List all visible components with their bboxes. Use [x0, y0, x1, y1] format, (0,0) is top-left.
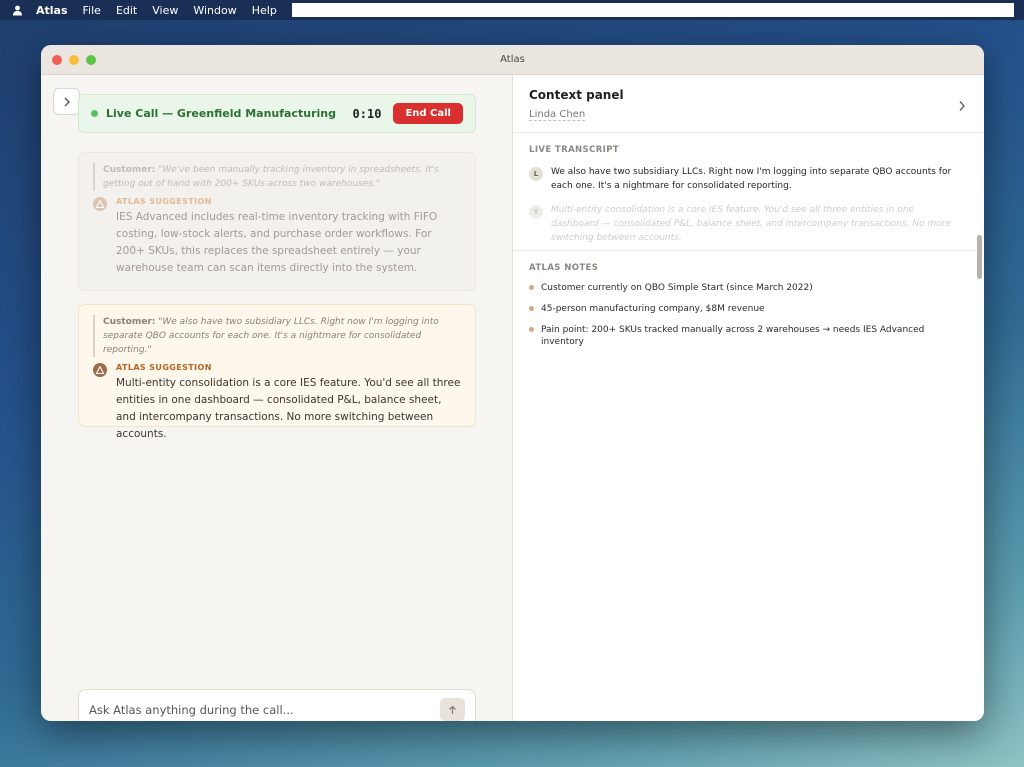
transcript-label: LIVE TRANSCRIPT [529, 145, 620, 155]
atlas-logo-icon [93, 363, 107, 377]
note-item: 45-person manufacturing company, $8M rev… [529, 303, 964, 315]
bullet-dot [529, 285, 534, 290]
context-panel: Context panel Linda Chen LIVE TRANSCRIPT… [513, 75, 984, 721]
bullet-dot [529, 327, 534, 332]
call-timer: 0:10 [352, 106, 382, 121]
quote-speaker: Customer: [103, 165, 156, 175]
expand-context-button[interactable] [958, 97, 966, 116]
sidebar-toggle-button[interactable] [53, 88, 80, 115]
chevron-right-icon [64, 97, 70, 106]
send-button[interactable] [440, 698, 465, 721]
menu-file[interactable]: File [83, 4, 101, 17]
section-divider [513, 250, 984, 251]
live-call-bar: Live Call — Greenfield Manufacturing 0:1… [78, 94, 476, 133]
suggestion-card: Customer: "We also have two subsidiary L… [78, 304, 476, 440]
suggestion-label: ATLAS SUGGESTION [116, 197, 212, 206]
transcript-text: We also have two subsidiary LLCs. Right … [551, 167, 952, 191]
end-call-button[interactable]: End Call [393, 103, 463, 124]
transcript-text: Multi-entity consolidation is a core IES… [551, 205, 951, 243]
scrollbar-thumb[interactable] [977, 235, 982, 279]
transcript-line: L We also have two subsidiary LLCs. Righ… [529, 165, 964, 193]
note-item: Pain point: 200+ SKUs tracked manually a… [529, 324, 964, 348]
app-window: Atlas Live Call — Greenfield Manufacturi… [41, 45, 984, 721]
screen-share-icon[interactable] [292, 3, 306, 17]
atlas-logo-icon [93, 197, 107, 211]
ask-atlas-box [78, 689, 476, 721]
title-bar: Atlas [41, 45, 984, 75]
note-text: Customer currently on QBO Simple Start (… [541, 283, 813, 293]
transcript-line: Y Multi-entity consolidation is a core I… [529, 203, 964, 245]
atlas-suggestion: ATLAS SUGGESTION IES Advanced includes r… [93, 196, 461, 277]
customer-quote: Customer: "We also have two subsidiary L… [93, 315, 461, 357]
arrow-up-icon [449, 705, 456, 714]
contact-name-link[interactable]: Linda Chen [529, 109, 586, 121]
menu-window[interactable]: Window [193, 4, 236, 17]
note-item: Customer currently on QBO Simple Start (… [529, 282, 964, 294]
speaker-avatar: L [529, 167, 543, 181]
context-title: Context panel [529, 88, 624, 102]
live-status-dot [91, 110, 98, 117]
atlas-notes: ATLAS NOTES Customer currently on QBO Si… [529, 263, 964, 348]
note-text: 45-person manufacturing company, $8M rev… [541, 304, 765, 314]
close-window-button[interactable] [52, 55, 62, 65]
atlas-suggestion: ATLAS SUGGESTION Multi-entity consolidat… [93, 362, 461, 443]
minimize-window-button[interactable] [69, 55, 79, 65]
menu-app-name[interactable]: Atlas [36, 4, 68, 17]
window-controls [52, 55, 96, 65]
chevron-right-icon [959, 101, 965, 111]
window-title: Atlas [500, 54, 525, 65]
person-icon[interactable] [10, 3, 24, 17]
customer-quote: Customer: "We've been manually tracking … [93, 163, 461, 191]
suggestion-label: ATLAS SUGGESTION [116, 363, 212, 372]
menu-bar: Atlas File Edit View Window Help Wed, Ap… [0, 0, 1024, 20]
display-icon[interactable] [318, 3, 332, 17]
bullet-dot [529, 306, 534, 311]
speaker-avatar: Y [529, 205, 543, 219]
note-text: Pain point: 200+ SKUs tracked manually a… [541, 325, 925, 347]
quote-speaker: Customer: [103, 317, 156, 327]
maximize-window-button[interactable] [86, 55, 96, 65]
context-header: Context panel Linda Chen [513, 75, 984, 133]
menu-view[interactable]: View [152, 4, 178, 17]
window-body: Live Call — Greenfield Manufacturing 0:1… [41, 75, 984, 721]
call-title: Live Call — Greenfield Manufacturing [106, 107, 336, 120]
ask-atlas-input[interactable] [89, 702, 440, 717]
suggestion-text: Multi-entity consolidation is a core IES… [116, 377, 461, 440]
suggestion-text: IES Advanced includes real-time inventor… [116, 211, 438, 274]
menu-edit[interactable]: Edit [116, 4, 137, 17]
call-panel: Live Call — Greenfield Manufacturing 0:1… [41, 75, 513, 721]
notes-label: ATLAS NOTES [529, 263, 599, 273]
live-transcript: LIVE TRANSCRIPT L We also have two subsi… [529, 145, 964, 245]
menu-help[interactable]: Help [252, 4, 277, 17]
suggestion-card: Customer: "We've been manually tracking … [78, 152, 476, 291]
menu-clock[interactable]: Wed, Apr 22 1:36 PM [344, 4, 459, 17]
